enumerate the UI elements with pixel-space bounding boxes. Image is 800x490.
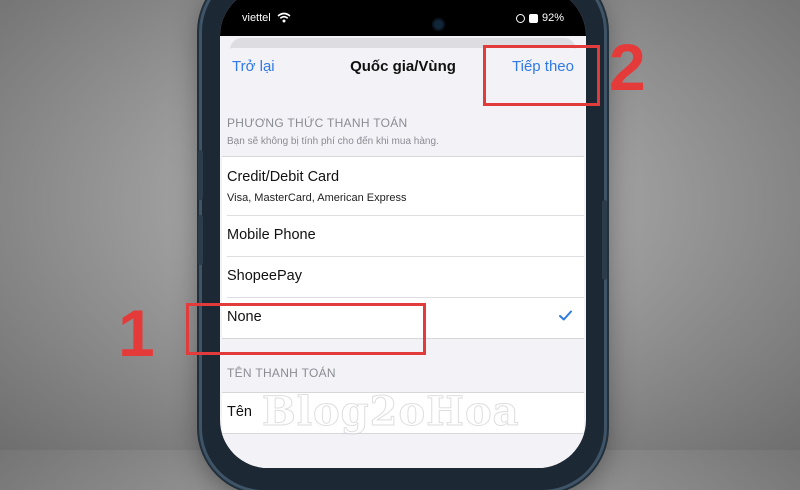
billing-section-header: TÊN THANH TOÁN bbox=[227, 366, 336, 380]
checkmark-icon bbox=[559, 308, 572, 326]
payment-option-shopeepay[interactable]: ShopeePay bbox=[227, 257, 584, 298]
battery-label: 92% bbox=[541, 12, 564, 24]
wifi-icon bbox=[277, 10, 291, 28]
camera-icon bbox=[432, 18, 445, 31]
phone-side-button bbox=[198, 215, 203, 265]
carrier-label: viettel bbox=[242, 12, 271, 24]
phone-power-button bbox=[602, 200, 607, 280]
payment-option-sublabel: Visa, MasterCard, American Express bbox=[227, 192, 407, 204]
orientation-lock-icon bbox=[515, 13, 525, 23]
payment-option-label: Credit/Debit Card bbox=[227, 169, 340, 185]
phone-side-button bbox=[198, 150, 203, 200]
payment-option-mobile-phone[interactable]: Mobile Phone bbox=[227, 216, 584, 257]
payment-option-label: ShopeePay bbox=[227, 268, 302, 284]
status-bar: viettel 92% bbox=[220, 0, 586, 36]
payment-option-credit-card[interactable]: Credit/Debit Card Visa, MasterCard, Amer… bbox=[227, 157, 584, 216]
alarm-icon bbox=[528, 13, 538, 23]
billing-row-label: Tên bbox=[227, 404, 252, 420]
annotation-step-2: 2 bbox=[609, 30, 646, 104]
payment-section-subtitle: Bạn sẽ không bị tính phí cho đến khi mua… bbox=[227, 136, 439, 147]
payment-option-label: Mobile Phone bbox=[227, 227, 316, 243]
status-right: 92% bbox=[515, 12, 564, 24]
payment-section-header: PHƯƠNG THỨC THANH TOÁN bbox=[227, 116, 408, 130]
annotation-box-none bbox=[186, 303, 426, 355]
annotation-box-next bbox=[483, 45, 600, 106]
annotation-step-1: 1 bbox=[118, 296, 155, 370]
watermark-logo: Blog2oHoa bbox=[262, 388, 520, 436]
